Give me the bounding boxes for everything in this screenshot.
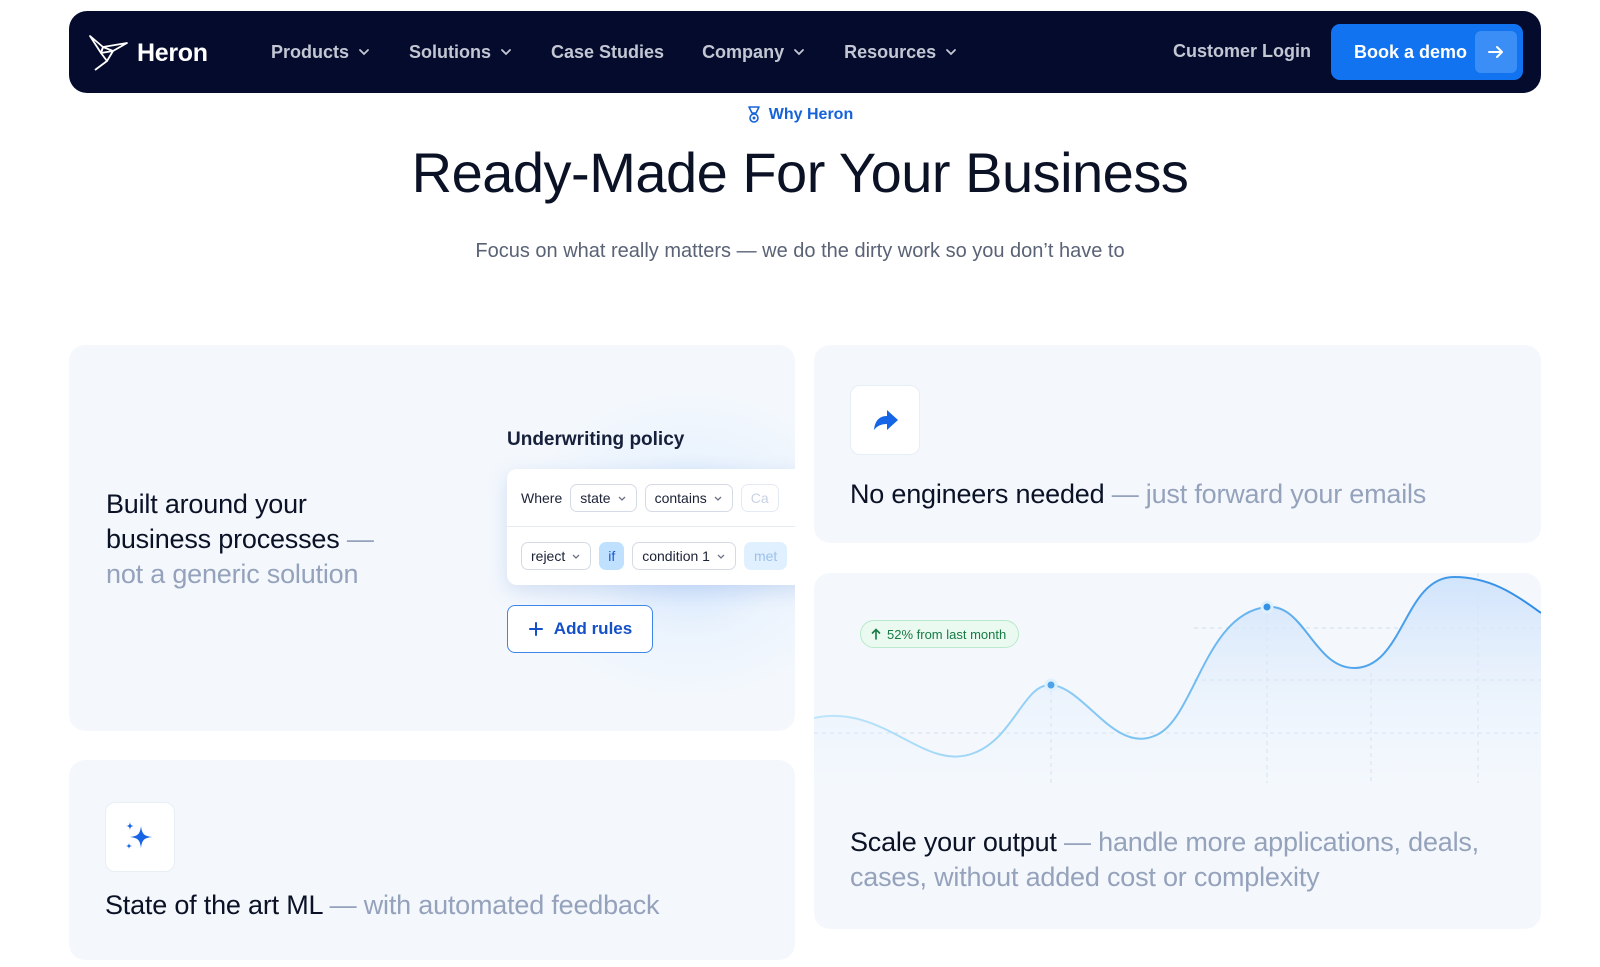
eyebrow-label: Why Heron xyxy=(768,106,854,123)
if-keyword-chip: if xyxy=(599,542,625,570)
chevron-down-icon xyxy=(572,554,580,559)
feature-card-text: No engineers needed — just forward your … xyxy=(850,477,1426,512)
operator-select[interactable]: contains xyxy=(644,483,733,512)
customer-login-link[interactable]: Customer Login xyxy=(1173,41,1311,62)
condition-select-value: condition 1 xyxy=(642,548,710,564)
brand-logo-link[interactable]: Heron xyxy=(87,33,208,73)
growth-chart-decoration xyxy=(814,573,1541,813)
chevron-down-icon xyxy=(501,49,511,56)
field-select[interactable]: state xyxy=(570,483,637,512)
growth-badge-label: 52% from last month xyxy=(887,626,1007,642)
nav-item-label: Solutions xyxy=(409,41,492,62)
chevron-down-icon xyxy=(359,49,369,56)
nav-item-products[interactable]: Products xyxy=(271,42,371,63)
heron-logo-icon xyxy=(89,35,128,71)
brand-name: Heron xyxy=(137,38,208,67)
feature-card-engineers: No engineers needed — just forward your … xyxy=(814,345,1541,543)
feature-card-text: Scale your output — handle more applicat… xyxy=(850,825,1510,895)
chevron-down-icon xyxy=(794,49,804,56)
condition-select[interactable]: condition 1 xyxy=(632,542,736,570)
sparkle-icon xyxy=(105,802,175,872)
nav-item-case-studies[interactable]: Case Studies xyxy=(551,42,664,63)
plus-icon xyxy=(528,622,543,636)
feature-card-scale: 52% from last month Scale your output — … xyxy=(814,573,1541,929)
book-demo-button[interactable]: Book a demo xyxy=(1331,24,1523,80)
feature-card-text: Built around your business processes — n… xyxy=(106,487,406,592)
feature-muted: — just forward your emails xyxy=(1104,479,1427,509)
feature-card-processes: Built around your business processes — n… xyxy=(69,345,795,731)
where-label: Where xyxy=(521,489,563,506)
chart-point xyxy=(1044,678,1058,692)
action-select-value: reject xyxy=(531,548,566,564)
value-chip[interactable]: Ca xyxy=(740,483,779,512)
growth-badge: 52% from last month xyxy=(860,620,1020,648)
arrow-right-icon xyxy=(1475,31,1517,73)
add-rules-label: Add rules xyxy=(553,619,633,638)
arrow-up-icon xyxy=(871,628,881,640)
operator-select-value: contains xyxy=(654,489,707,506)
section-eyebrow: Why Heron xyxy=(0,106,1600,124)
section-subtitle: Focus on what really matters — we do the… xyxy=(475,240,1125,262)
policy-rules-panel: Where state contains Ca reject if condit… xyxy=(507,469,795,585)
nav-menu: Products Solutions Case Studies Company … xyxy=(271,11,996,93)
met-chip: met xyxy=(743,542,788,570)
action-select[interactable]: reject xyxy=(521,542,592,570)
forward-arrow-icon xyxy=(850,385,920,455)
add-rules-button[interactable]: Add rules xyxy=(507,605,653,653)
policy-title: Underwriting policy xyxy=(507,429,685,450)
feature-lead: State of the art ML xyxy=(105,890,323,920)
feature-card-ml: State of the art ML — with automated fee… xyxy=(69,760,795,960)
feature-lead: Scale your output xyxy=(850,827,1057,857)
chevron-down-icon xyxy=(946,49,957,56)
feature-muted: — with automated feedback xyxy=(322,890,660,920)
nav-item-label: Company xyxy=(702,41,785,62)
chart-area xyxy=(814,577,1541,813)
chevron-down-icon xyxy=(618,496,626,501)
feature-lead: Built around your business processes xyxy=(106,489,340,554)
nav-item-label: Resources xyxy=(844,41,937,62)
field-select-value: state xyxy=(580,489,611,506)
policy-rule-row: reject if condition 1 met xyxy=(507,527,795,585)
policy-rule-row: Where state contains Ca xyxy=(507,469,795,527)
chevron-down-icon xyxy=(717,554,725,559)
nav-item-label: Products xyxy=(271,41,350,62)
chart-point xyxy=(1260,600,1274,614)
top-navbar: Heron Products Solutions Case Studies Co… xyxy=(69,11,1541,93)
nav-item-resources[interactable]: Resources xyxy=(844,42,958,63)
feature-card-text: State of the art ML — with automated fee… xyxy=(105,888,660,923)
nav-item-company[interactable]: Company xyxy=(702,42,806,63)
book-demo-label: Book a demo xyxy=(1354,41,1468,62)
feature-lead: No engineers needed xyxy=(850,479,1105,509)
nav-item-solutions[interactable]: Solutions xyxy=(409,42,513,63)
chevron-down-icon xyxy=(714,496,722,501)
medal-icon xyxy=(747,106,760,123)
nav-item-label: Case Studies xyxy=(551,41,665,62)
section-title: Ready-Made For Your Business xyxy=(411,141,1189,204)
